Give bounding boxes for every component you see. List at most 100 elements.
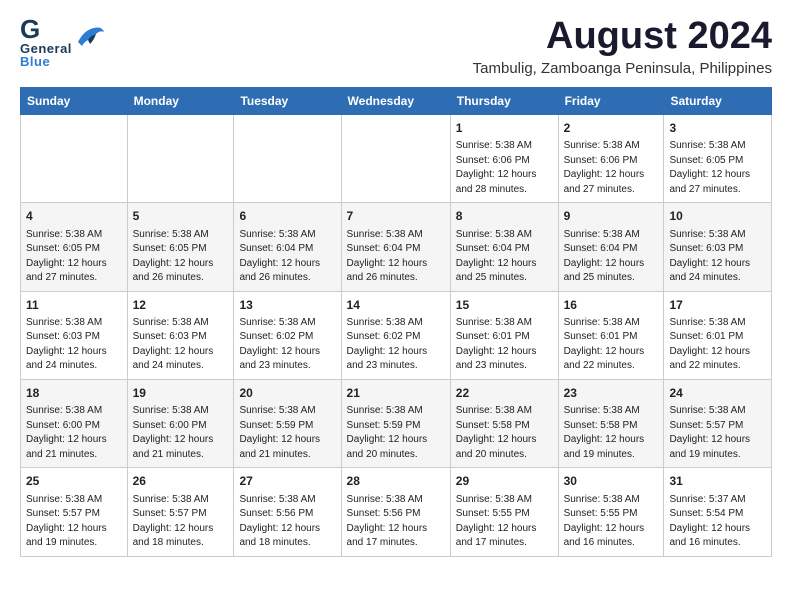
table-row: 7Sunrise: 5:38 AMSunset: 6:04 PMDaylight… <box>341 203 450 291</box>
col-saturday: Saturday <box>664 87 772 114</box>
day-number: 22 <box>456 385 553 402</box>
table-row: 3Sunrise: 5:38 AMSunset: 6:05 PMDaylight… <box>664 114 772 202</box>
day-info: Sunrise: 5:38 AMSunset: 5:59 PMDaylight:… <box>347 404 445 462</box>
table-row: 26 Sunrise: 5:38 AMSunset: 5:57 PMDayligh… <box>127 468 234 556</box>
table-row: 8Sunrise: 5:38 AMSunset: 6:04 PMDaylight… <box>450 203 558 291</box>
day-number: 23 <box>564 385 659 402</box>
day-number: 7 <box>347 208 445 225</box>
table-row: 12 Sunrise: 5:38 AMSunset: 6:03 PMDayligh… <box>127 291 234 379</box>
month-year-title: August 2024 <box>473 16 772 58</box>
table-row: 9 Sunrise: 5:38 AMSunset: 6:04 PMDaylight… <box>558 203 664 291</box>
day-info: Sunrise: 5:38 AMSunset: 5:58 PMDaylight:… <box>564 404 659 462</box>
logo-blue-text: Blue <box>20 55 72 68</box>
day-number: 5 <box>133 208 229 225</box>
logo: G General Blue <box>20 16 106 68</box>
table-row: 17 Sunrise: 5:38 AMSunset: 6:01 PMDayligh… <box>664 291 772 379</box>
table-row: 2Sunrise: 5:38 AMSunset: 6:06 PMDaylight… <box>558 114 664 202</box>
col-monday: Monday <box>127 87 234 114</box>
table-row <box>341 114 450 202</box>
day-number: 10 <box>669 208 766 225</box>
day-info: Sunrise: 5:38 AMSunset: 6:03 PMDaylight:… <box>669 228 766 286</box>
day-number: 16 <box>564 297 659 314</box>
day-number: 31 <box>669 473 766 490</box>
day-number: 4 <box>26 208 122 225</box>
day-info: Sunrise: 5:38 AMSunset: 5:55 PMDaylight:… <box>456 493 553 551</box>
day-info: Sunrise: 5:38 AMSunset: 6:06 PMDaylight:… <box>456 139 553 197</box>
day-info: Sunrise: 5:38 AMSunset: 5:57 PMDaylight:… <box>133 493 229 551</box>
calendar-table: Sunday Monday Tuesday Wednesday Thursday… <box>20 87 772 557</box>
table-row: 27 Sunrise: 5:38 AMSunset: 5:56 PMDayligh… <box>234 468 341 556</box>
day-info: Sunrise: 5:38 AMSunset: 6:02 PMDaylight:… <box>239 316 335 374</box>
location-subtitle: Tambulig, Zamboanga Peninsula, Philippin… <box>473 60 772 77</box>
table-row: 25Sunrise: 5:38 AMSunset: 5:57 PMDayligh… <box>21 468 128 556</box>
table-row <box>234 114 341 202</box>
day-number: 26 <box>133 473 229 490</box>
day-info: Sunrise: 5:38 AMSunset: 6:02 PMDaylight:… <box>347 316 445 374</box>
table-row: 31 Sunrise: 5:37 AMSunset: 5:54 PMDayligh… <box>664 468 772 556</box>
table-row: 28 Sunrise: 5:38 AMSunset: 5:56 PMDayligh… <box>341 468 450 556</box>
table-row: 10 Sunrise: 5:38 AMSunset: 6:03 PMDayligh… <box>664 203 772 291</box>
day-info: Sunrise: 5:37 AMSunset: 5:54 PMDaylight:… <box>669 493 766 551</box>
calendar-week-row: 18 Sunrise: 5:38 AMSunset: 6:00 PMDayligh… <box>21 379 772 467</box>
day-number: 9 <box>564 208 659 225</box>
col-sunday: Sunday <box>21 87 128 114</box>
table-row: 15 Sunrise: 5:38 AMSunset: 6:01 PMDayligh… <box>450 291 558 379</box>
table-row: 16Sunrise: 5:38 AMSunset: 6:01 PMDayligh… <box>558 291 664 379</box>
day-info: Sunrise: 5:38 AMSunset: 5:58 PMDaylight:… <box>456 404 553 462</box>
day-number: 29 <box>456 473 553 490</box>
logo-bird-icon <box>74 22 106 57</box>
calendar-week-row: 25Sunrise: 5:38 AMSunset: 5:57 PMDayligh… <box>21 468 772 556</box>
title-area: August 2024 Tambulig, Zamboanga Peninsul… <box>473 16 772 77</box>
day-info: Sunrise: 5:38 AMSunset: 6:03 PMDaylight:… <box>133 316 229 374</box>
day-number: 8 <box>456 208 553 225</box>
calendar-week-row: 4 Sunrise: 5:38 AMSunset: 6:05 PMDaylight… <box>21 203 772 291</box>
col-wednesday: Wednesday <box>341 87 450 114</box>
calendar-week-row: 11 Sunrise: 5:38 AMSunset: 6:03 PMDayligh… <box>21 291 772 379</box>
day-number: 28 <box>347 473 445 490</box>
calendar-week-row: 1 Sunrise: 5:38 AMSunset: 6:06 PMDaylight… <box>21 114 772 202</box>
day-number: 3 <box>669 120 766 137</box>
day-number: 17 <box>669 297 766 314</box>
day-number: 2 <box>564 120 659 137</box>
day-info: Sunrise: 5:38 AMSunset: 5:56 PMDaylight:… <box>347 493 445 551</box>
table-row: 24 Sunrise: 5:38 AMSunset: 5:57 PMDayligh… <box>664 379 772 467</box>
page: G General Blue August 2024 Tambulig, Zam… <box>0 0 792 573</box>
calendar-header-row: Sunday Monday Tuesday Wednesday Thursday… <box>21 87 772 114</box>
table-row: 23 Sunrise: 5:38 AMSunset: 5:58 PMDayligh… <box>558 379 664 467</box>
table-row: 13 Sunrise: 5:38 AMSunset: 6:02 PMDayligh… <box>234 291 341 379</box>
day-info: Sunrise: 5:38 AMSunset: 6:04 PMDaylight:… <box>564 228 659 286</box>
table-row: 18 Sunrise: 5:38 AMSunset: 6:00 PMDayligh… <box>21 379 128 467</box>
day-info: Sunrise: 5:38 AMSunset: 5:59 PMDaylight:… <box>239 404 335 462</box>
day-number: 1 <box>456 120 553 137</box>
col-friday: Friday <box>558 87 664 114</box>
day-number: 19 <box>133 385 229 402</box>
day-number: 24 <box>669 385 766 402</box>
day-info: Sunrise: 5:38 AMSunset: 6:01 PMDaylight:… <box>456 316 553 374</box>
table-row: 29 Sunrise: 5:38 AMSunset: 5:55 PMDayligh… <box>450 468 558 556</box>
col-tuesday: Tuesday <box>234 87 341 114</box>
day-number: 11 <box>26 297 122 314</box>
day-number: 27 <box>239 473 335 490</box>
table-row: 6Sunrise: 5:38 AMSunset: 6:04 PMDaylight… <box>234 203 341 291</box>
day-number: 30 <box>564 473 659 490</box>
day-info: Sunrise: 5:38 AMSunset: 6:01 PMDaylight:… <box>669 316 766 374</box>
day-info: Sunrise: 5:38 AMSunset: 5:57 PMDaylight:… <box>669 404 766 462</box>
table-row: 20Sunrise: 5:38 AMSunset: 5:59 PMDayligh… <box>234 379 341 467</box>
table-row <box>21 114 128 202</box>
day-number: 15 <box>456 297 553 314</box>
table-row: 5Sunrise: 5:38 AMSunset: 6:05 PMDaylight… <box>127 203 234 291</box>
day-info: Sunrise: 5:38 AMSunset: 6:05 PMDaylight:… <box>26 228 122 286</box>
day-info: Sunrise: 5:38 AMSunset: 6:00 PMDaylight:… <box>26 404 122 462</box>
table-row: 14Sunrise: 5:38 AMSunset: 6:02 PMDayligh… <box>341 291 450 379</box>
day-number: 12 <box>133 297 229 314</box>
header: G General Blue August 2024 Tambulig, Zam… <box>20 16 772 77</box>
day-info: Sunrise: 5:38 AMSunset: 6:00 PMDaylight:… <box>133 404 229 462</box>
day-number: 18 <box>26 385 122 402</box>
day-info: Sunrise: 5:38 AMSunset: 5:57 PMDaylight:… <box>26 493 122 551</box>
day-info: Sunrise: 5:38 AMSunset: 5:56 PMDaylight:… <box>239 493 335 551</box>
day-info: Sunrise: 5:38 AMSunset: 6:04 PMDaylight:… <box>239 228 335 286</box>
day-number: 13 <box>239 297 335 314</box>
day-info: Sunrise: 5:38 AMSunset: 6:03 PMDaylight:… <box>26 316 122 374</box>
table-row: 19 Sunrise: 5:38 AMSunset: 6:00 PMDayligh… <box>127 379 234 467</box>
table-row: 21Sunrise: 5:38 AMSunset: 5:59 PMDayligh… <box>341 379 450 467</box>
